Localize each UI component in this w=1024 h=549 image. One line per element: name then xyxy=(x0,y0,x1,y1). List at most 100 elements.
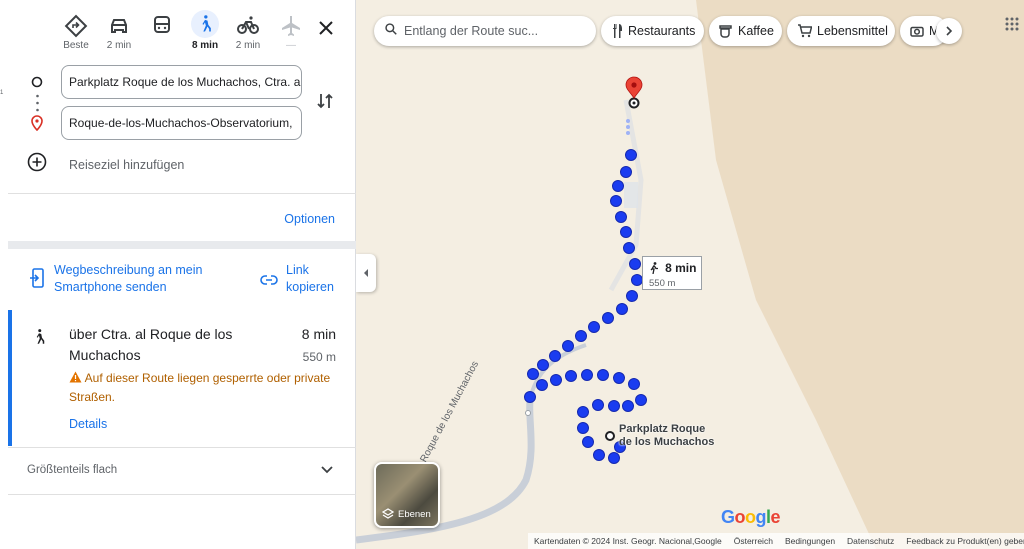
place-label-parking[interactable]: Parkplatz Roque de los Muchachos xyxy=(619,423,714,449)
chip-groceries[interactable]: Lebensmittel xyxy=(787,16,895,46)
car-icon xyxy=(111,19,127,33)
add-destination-label: Reiseziel hinzufügen xyxy=(69,157,185,172)
search-icon xyxy=(384,22,398,41)
route-time-callout[interactable]: 8 min 550 m xyxy=(642,256,702,290)
route-dot xyxy=(613,372,625,384)
route-dot xyxy=(620,166,632,178)
route-details-link[interactable]: Details xyxy=(69,417,107,431)
mode-transit[interactable] xyxy=(140,8,184,56)
route-duration: 8 min xyxy=(301,326,336,342)
route-dot xyxy=(626,290,638,302)
restaurant-icon xyxy=(611,24,623,38)
route-dot xyxy=(577,422,589,434)
swap-icon[interactable] xyxy=(316,92,334,115)
add-destination-row[interactable]: Reiseziel hinzufügen xyxy=(27,152,184,177)
options-link[interactable]: Optionen xyxy=(284,212,335,226)
chevron-down-icon[interactable] xyxy=(320,462,334,481)
route-dot xyxy=(597,369,609,381)
close-directions-button[interactable] xyxy=(312,14,340,42)
route-dot xyxy=(631,274,643,286)
route-faded-dot xyxy=(626,119,630,123)
camera-icon xyxy=(910,25,924,37)
walk-icon xyxy=(202,15,211,32)
train-icon xyxy=(154,16,170,33)
route-dot xyxy=(593,449,605,461)
footer-feedback[interactable]: Feedback zu Produkt(en) geben xyxy=(906,536,1024,546)
mode-flight[interactable]: — xyxy=(269,8,313,56)
walk-icon xyxy=(30,326,48,353)
apps-grid-icon[interactable] xyxy=(1005,17,1019,36)
destination-pin-icon xyxy=(30,115,44,136)
chevron-right-icon xyxy=(946,26,953,36)
destination-input[interactable]: Roque-de-los-Muchachos-Observatorium, xyxy=(61,106,302,140)
road-node xyxy=(525,410,531,416)
send-to-phone-link[interactable]: Wegbeschreibung an mein Smartphone sende… xyxy=(54,262,224,296)
route-dot xyxy=(592,399,604,411)
chip-label: Lebensmittel xyxy=(817,24,888,38)
diamond-directions-icon xyxy=(64,14,88,38)
route-dot xyxy=(625,149,637,161)
mode-label: 2 min xyxy=(235,40,261,51)
route-dot xyxy=(550,374,562,386)
route-dot xyxy=(615,211,627,223)
origin-map-marker[interactable] xyxy=(605,431,615,441)
destination-map-marker-center xyxy=(632,101,636,105)
terrain-note[interactable]: Größtenteils flach xyxy=(27,464,117,476)
search-placeholder[interactable]: Entlang der Route suc... xyxy=(404,24,538,38)
route-dot xyxy=(537,359,549,371)
copy-link-button[interactable]: Link kopieren xyxy=(286,262,346,296)
close-icon xyxy=(319,21,333,35)
route-faded-dot xyxy=(626,131,630,135)
route-dot xyxy=(612,180,624,192)
mode-best[interactable]: Beste xyxy=(54,8,98,56)
collapse-panel-button[interactable] xyxy=(356,254,376,292)
warning-icon xyxy=(69,370,82,388)
pin-center xyxy=(631,82,637,88)
walk-small-icon xyxy=(649,261,659,277)
callout-time: 8 min xyxy=(665,261,697,275)
route-dot xyxy=(608,400,620,412)
directions-panel: Beste 2 min 8 min 2 min — Parkplatz Roqu… xyxy=(0,0,356,549)
route-option-card[interactable]: über Ctra. al Roque de los Muchachos 8 m… xyxy=(8,310,356,446)
route-dot xyxy=(588,321,600,333)
mode-bike[interactable]: 2 min xyxy=(226,8,270,56)
place-label-line1: Parkplatz Roque xyxy=(619,423,706,435)
layers-icon xyxy=(382,508,394,520)
route-dot xyxy=(629,258,641,270)
add-circle-icon xyxy=(27,152,47,177)
route-dot xyxy=(635,394,647,406)
chips-next-button[interactable] xyxy=(936,18,962,44)
mode-label: 8 min xyxy=(191,40,219,51)
section-separator xyxy=(8,241,356,249)
footer-privacy[interactable]: Datenschutz xyxy=(847,536,894,546)
divider xyxy=(8,447,356,448)
divider xyxy=(8,494,356,495)
footer-terms[interactable]: Bedingungen xyxy=(785,536,835,546)
layers-button[interactable]: Ebenen xyxy=(374,462,440,528)
chip-label: Restaurants xyxy=(628,24,696,38)
footer-country[interactable]: Österreich xyxy=(734,536,773,546)
layers-label: Ebenen xyxy=(398,508,431,520)
route-dot xyxy=(565,370,577,382)
route-dot xyxy=(582,436,594,448)
route-distance: 550 m xyxy=(302,350,336,364)
map-footer: Kartendaten © 2024 Inst. Geogr. Nacional… xyxy=(528,533,1024,549)
route-dot xyxy=(527,368,539,380)
mode-car[interactable]: 2 min xyxy=(97,8,141,56)
origin-marker-icon xyxy=(30,75,44,94)
route-dot xyxy=(608,452,620,464)
chip-restaurants[interactable]: Restaurants xyxy=(601,16,704,46)
divider xyxy=(8,193,356,194)
send-to-phone-icon[interactable] xyxy=(30,268,46,293)
travel-mode-bar: Beste 2 min 8 min 2 min — xyxy=(50,8,350,58)
route-dot xyxy=(616,303,628,315)
route-warning-text: Auf dieser Route liegen gesperrte oder p… xyxy=(69,371,331,404)
chip-coffee[interactable]: Kaffee xyxy=(709,16,782,46)
callout-distance: 550 m xyxy=(649,277,676,289)
link-icon[interactable] xyxy=(260,272,278,290)
mode-walk[interactable]: 8 min xyxy=(183,8,227,56)
footer-copyright: Kartendaten © 2024 Inst. Geogr. Nacional… xyxy=(534,536,722,546)
google-logo: Google xyxy=(721,507,781,527)
route-search-box[interactable]: Entlang der Route suc... xyxy=(374,16,596,46)
origin-input[interactable]: Parkplatz Roque de los Muchachos, Ctra. … xyxy=(61,65,302,99)
